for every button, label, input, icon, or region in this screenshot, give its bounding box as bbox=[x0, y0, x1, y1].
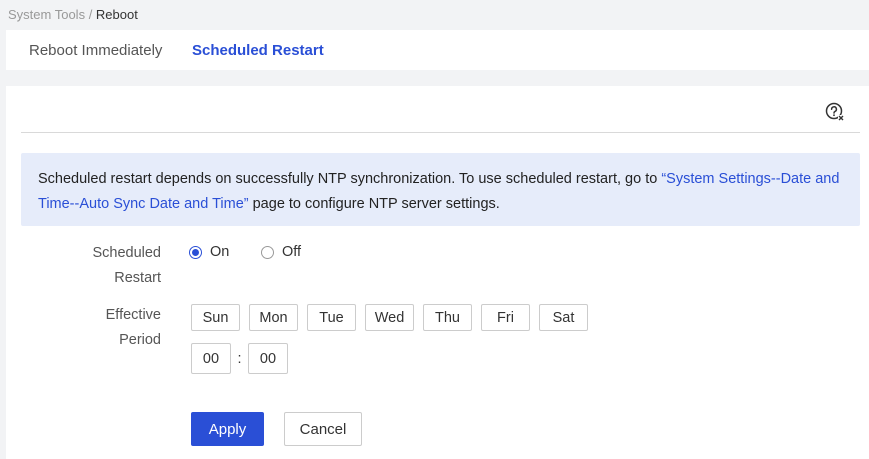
scheduled-restart-label-line1: Scheduled bbox=[92, 245, 161, 261]
tab-bar: Reboot Immediately Scheduled Restart bbox=[6, 30, 869, 70]
ntp-notice: Scheduled restart depends on successfull… bbox=[21, 153, 860, 226]
day-selector: Sun Mon Tue Wed Thu Fri Sat bbox=[191, 304, 597, 331]
cancel-button[interactable]: Cancel bbox=[284, 412, 362, 446]
breadcrumb-parent[interactable]: System Tools bbox=[8, 7, 85, 22]
time-separator: : bbox=[237, 350, 242, 367]
breadcrumb-separator: / bbox=[85, 7, 96, 22]
radio-on-circle[interactable] bbox=[189, 245, 202, 259]
time-picker: 00 : 00 bbox=[191, 343, 288, 374]
tab-scheduled-restart[interactable]: Scheduled Restart bbox=[192, 42, 324, 59]
day-button-thu[interactable]: Thu bbox=[423, 304, 472, 331]
radio-off-label: Off bbox=[282, 244, 302, 260]
hour-input[interactable]: 00 bbox=[191, 343, 231, 374]
notice-text: Scheduled restart depends on successfull… bbox=[38, 171, 662, 187]
scheduled-restart-label: Scheduled Restart bbox=[51, 241, 161, 291]
radio-off-circle[interactable] bbox=[261, 245, 274, 259]
day-button-sun[interactable]: Sun bbox=[191, 304, 240, 331]
scheduled-restart-panel: Scheduled restart depends on successfull… bbox=[6, 86, 869, 459]
effective-period-label-line2: Period bbox=[119, 332, 161, 348]
help-icon[interactable] bbox=[825, 102, 845, 122]
scheduled-restart-label-line2: Restart bbox=[114, 270, 161, 286]
day-button-wed[interactable]: Wed bbox=[365, 304, 414, 331]
radio-on[interactable]: On bbox=[189, 244, 229, 260]
tab-reboot-immediately[interactable]: Reboot Immediately bbox=[29, 42, 162, 59]
day-button-tue[interactable]: Tue bbox=[307, 304, 356, 331]
day-button-sat[interactable]: Sat bbox=[539, 304, 588, 331]
apply-button[interactable]: Apply bbox=[191, 412, 264, 446]
effective-period-label-line1: Effective bbox=[105, 307, 161, 323]
radio-off[interactable]: Off bbox=[261, 244, 301, 260]
effective-period-label: Effective Period bbox=[51, 303, 161, 353]
breadcrumb: System Tools / Reboot bbox=[8, 7, 138, 22]
day-button-fri[interactable]: Fri bbox=[481, 304, 530, 331]
radio-on-label: On bbox=[210, 244, 230, 260]
header-divider bbox=[21, 132, 860, 133]
minute-input[interactable]: 00 bbox=[248, 343, 288, 374]
notice-text-end: page to configure NTP server settings. bbox=[248, 196, 500, 212]
day-button-mon[interactable]: Mon bbox=[249, 304, 298, 331]
breadcrumb-current: Reboot bbox=[95, 7, 138, 22]
